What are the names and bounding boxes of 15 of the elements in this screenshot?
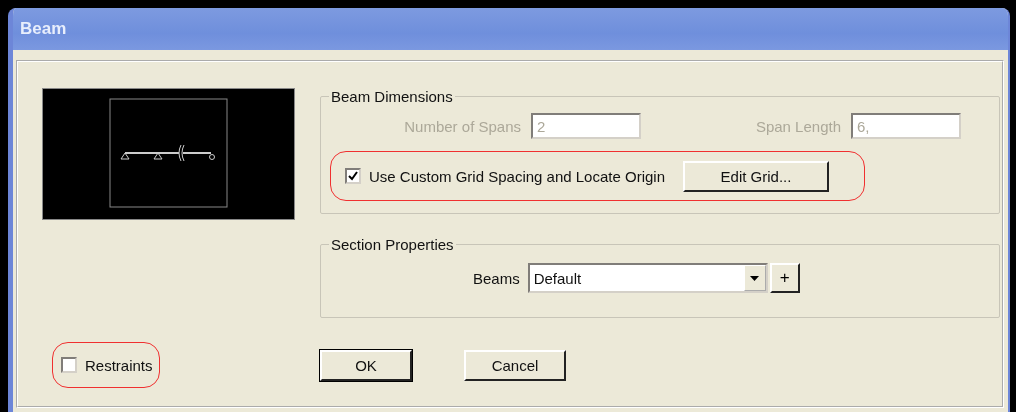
group-title: Beam Dimensions (330, 88, 454, 105)
add-button[interactable]: + (769, 263, 800, 293)
window-title: Beam (20, 19, 67, 39)
edit-grid-button[interactable]: Edit Grid... (683, 160, 829, 192)
field-label: Beams (473, 269, 520, 287)
checkbox[interactable] (61, 357, 77, 373)
group-title: Section Properties (330, 236, 455, 253)
field-label: Span Length (754, 117, 841, 135)
checkbox[interactable] (345, 168, 361, 184)
beams-dropdown[interactable]: Default (527, 263, 768, 293)
checkbox-label: Restraints (85, 356, 153, 374)
field-label: Number of Spans (403, 117, 521, 135)
dialog-button[interactable]: OK (320, 350, 412, 381)
checkbox-label: Use Custom Grid Spacing and Locate Origin (369, 167, 665, 185)
dialog-button[interactable]: Cancel (464, 350, 566, 381)
